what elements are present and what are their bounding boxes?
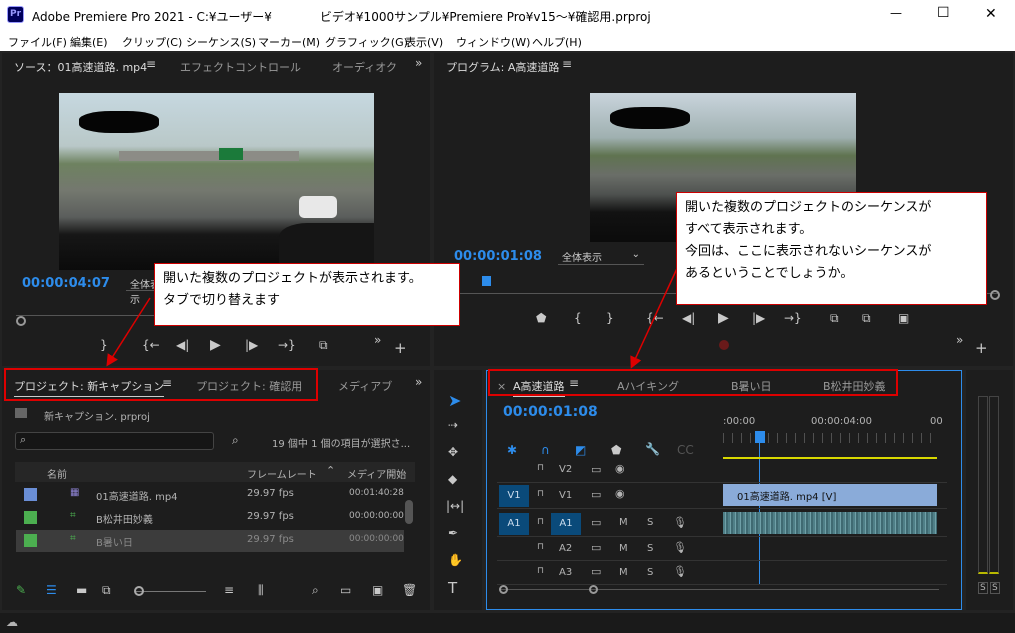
callout-line: タブで切り替えます <box>163 293 281 308</box>
annotation-arrows <box>106 261 681 369</box>
callout-line: あるということでしょうか。 <box>685 266 854 281</box>
callout-line: 開いた複数のプロジェクトのシーケンスが <box>685 200 932 215</box>
arrow-to-project-tabs <box>106 297 151 367</box>
callout-line: 今回は、ここに表示されないシーケンスが <box>685 244 932 259</box>
arrow-to-sequence-tabs <box>630 261 681 369</box>
callout-project-tabs: 開いた複数のプロジェクトが表示されます。 タブで切り替えます <box>154 263 460 326</box>
callout-line: 開いた複数のプロジェクトが表示されます。 <box>163 271 422 286</box>
callout-line: すべて表示されます。 <box>685 222 813 237</box>
callout-sequence-tabs: 開いた複数のプロジェクトのシーケンスが すべて表示されます。 今回は、ここに表示… <box>676 192 987 305</box>
